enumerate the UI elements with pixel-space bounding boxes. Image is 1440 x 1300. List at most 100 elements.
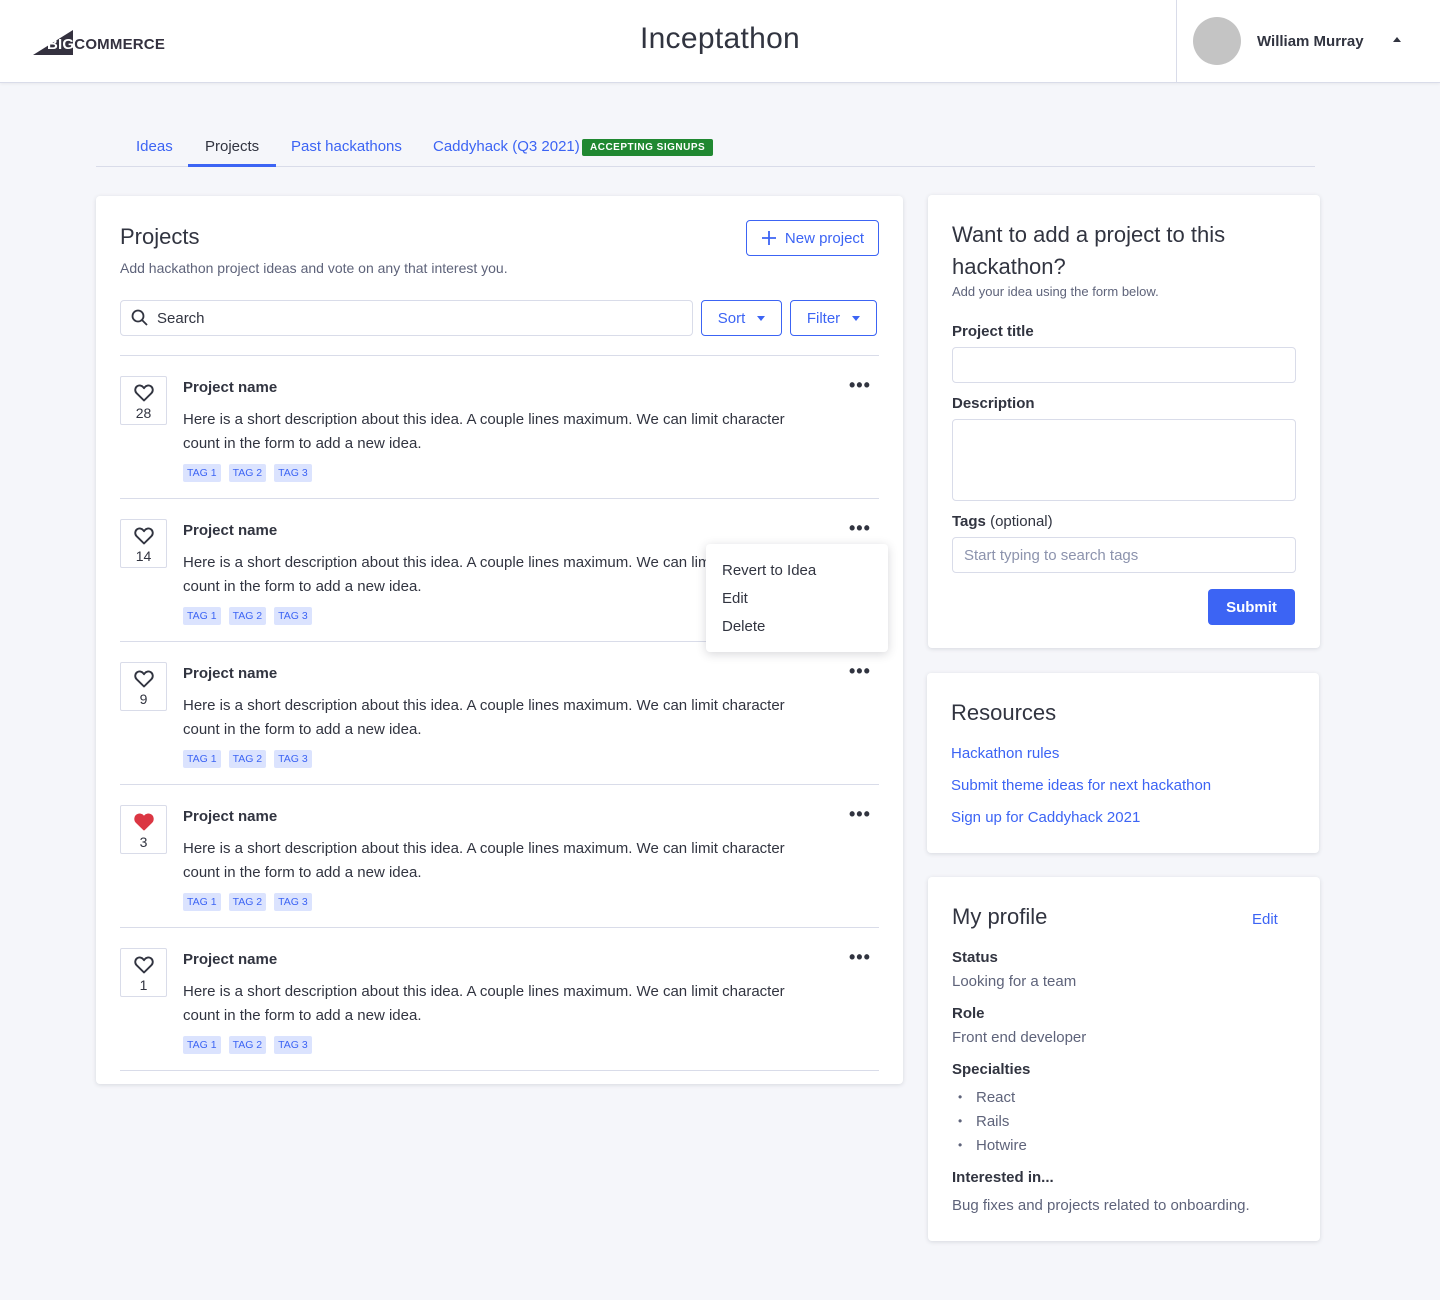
more-options-icon[interactable]: ••• (849, 376, 871, 394)
tag-badge[interactable]: TAG 2 (228, 607, 267, 625)
tag-badge[interactable]: TAG 1 (183, 750, 221, 768)
tag-badge[interactable]: TAG 1 (183, 464, 221, 482)
search-placeholder: Search (157, 310, 205, 327)
new-project-button[interactable]: New project (746, 220, 879, 256)
submit-button[interactable]: Submit (1208, 589, 1295, 625)
heart-icon (134, 384, 154, 402)
tag-list: TAG 1 TAG 2 TAG 3 (183, 607, 312, 625)
status-label: Status (952, 949, 998, 966)
project-list-item: 9 Project name Here is a short description… (120, 642, 879, 785)
tag-badge[interactable]: TAG 3 (274, 464, 312, 482)
specialty-item: Rails (958, 1113, 1009, 1130)
tag-list: TAG 1 TAG 2 TAG 3 (183, 464, 312, 482)
heart-filled-icon (134, 813, 154, 831)
tags-placeholder: Start typing to search tags (964, 547, 1139, 564)
tag-list: TAG 1 TAG 2 TAG 3 (183, 893, 312, 911)
project-actions-menu: Revert to Idea Edit Delete (706, 544, 888, 652)
filter-button[interactable]: Filter (790, 300, 877, 336)
project-title-field[interactable] (952, 347, 1296, 383)
tag-list: TAG 1 TAG 2 TAG 3 (183, 1036, 312, 1054)
vote-button[interactable]: 9 (120, 662, 167, 711)
menu-item-delete[interactable]: Delete (722, 618, 765, 635)
form-subtitle: Add your idea using the form below. (952, 284, 1159, 299)
interested-label: Interested in... (952, 1169, 1054, 1186)
tab-projects[interactable]: Projects (188, 138, 277, 167)
tag-badge[interactable]: TAG 3 (274, 750, 312, 768)
menu-item-revert-to-idea[interactable]: Revert to Idea (722, 562, 816, 579)
profile-title: My profile (952, 904, 1048, 929)
vote-count: 28 (135, 405, 152, 421)
more-options-icon[interactable]: ••• (849, 519, 871, 537)
heart-icon (134, 670, 154, 688)
tags-label: Tags (optional) (952, 513, 1053, 530)
sort-label: Sort (717, 309, 746, 327)
tag-badge[interactable]: TAG 1 (183, 1036, 221, 1054)
form-title: Want to add a project to this hackathon? (952, 222, 1226, 279)
user-name: William Murray (1257, 33, 1364, 50)
description-field[interactable] (952, 419, 1296, 501)
project-name[interactable]: Project name (183, 379, 277, 396)
tag-list: TAG 1 TAG 2 TAG 3 (183, 750, 312, 768)
role-value: Front end developer (952, 1029, 1087, 1046)
tag-badge[interactable]: TAG 3 (274, 1036, 312, 1054)
project-list-item: 28 Project name Here is a short descriptio… (120, 356, 879, 499)
interested-value: Bug fixes and projects related to onboar… (952, 1197, 1250, 1214)
tag-badge[interactable]: TAG 2 (228, 1036, 267, 1054)
resources-panel: Resources Hackathon rules Submit theme i… (927, 673, 1319, 853)
tag-badge[interactable]: TAG 1 (183, 607, 221, 625)
profile-edit-link[interactable]: Edit (1252, 911, 1278, 928)
tags-label-text: Tags (952, 513, 986, 530)
tag-badge[interactable]: TAG 2 (228, 750, 267, 768)
tag-badge[interactable]: TAG 1 (183, 893, 221, 911)
more-options-icon[interactable]: ••• (849, 805, 871, 823)
tag-badge[interactable]: TAG 2 (228, 893, 267, 911)
tab-caddyhack[interactable]: Caddyhack (Q3 2021) (433, 138, 580, 166)
heart-icon (134, 527, 154, 545)
avatar (1193, 17, 1241, 65)
specialty-item: React (958, 1089, 1015, 1106)
tab-bar: Ideas Projects Past hackathons Caddyhack… (96, 130, 1315, 167)
tab-past-hackathons[interactable]: Past hackathons (291, 138, 402, 166)
resources-title: Resources (951, 700, 1057, 725)
project-name[interactable]: Project name (183, 951, 277, 968)
tags-field[interactable]: Start typing to search tags (952, 537, 1296, 573)
app-header: BIGCOMMERCE Inceptathon William Murray (0, 0, 1440, 83)
link-sign-up-caddyhack[interactable]: Sign up for Caddyhack 2021 (951, 809, 1140, 826)
tab-ideas[interactable]: Ideas (136, 138, 173, 166)
project-name[interactable]: Project name (183, 808, 277, 825)
sort-button[interactable]: Sort (701, 300, 782, 336)
vote-count: 1 (139, 977, 148, 993)
project-description: Here is a short description about this i… (183, 697, 785, 738)
divider (120, 1070, 879, 1071)
project-description: Here is a short description about this i… (183, 840, 785, 881)
tags-optional-text: (optional) (990, 513, 1053, 530)
chevron-down-icon (757, 315, 766, 321)
add-project-form: Want to add a project to this hackathon?… (928, 195, 1320, 648)
vote-button[interactable]: 1 (120, 948, 167, 997)
role-label: Role (952, 1005, 985, 1022)
description-label: Description (952, 395, 1035, 412)
project-name[interactable]: Project name (183, 522, 277, 539)
tag-badge[interactable]: TAG 3 (274, 893, 312, 911)
vote-button[interactable]: 28 (120, 376, 167, 425)
vote-count: 14 (135, 548, 152, 564)
user-menu[interactable]: William Murray (1176, 0, 1440, 83)
menu-item-edit[interactable]: Edit (722, 590, 748, 607)
link-hackathon-rules[interactable]: Hackathon rules (951, 745, 1059, 762)
search-input[interactable]: Search (120, 300, 693, 336)
project-title-label: Project title (952, 323, 1034, 340)
project-list-item: 3 Project name Here is a short description… (120, 785, 879, 928)
more-options-icon[interactable]: ••• (849, 948, 871, 966)
more-options-icon[interactable]: ••• (849, 662, 871, 680)
specialties-label: Specialties (952, 1061, 1031, 1078)
vote-button[interactable]: 14 (120, 519, 167, 568)
caret-up-icon[interactable] (1393, 37, 1401, 42)
tag-badge[interactable]: TAG 3 (274, 607, 312, 625)
vote-count: 3 (139, 834, 148, 850)
vote-button[interactable]: 3 (120, 805, 167, 854)
search-icon (131, 309, 148, 326)
projects-title: Projects (120, 224, 200, 249)
tag-badge[interactable]: TAG 2 (228, 464, 267, 482)
link-submit-theme-ideas[interactable]: Submit theme ideas for next hackathon (951, 777, 1211, 794)
project-name[interactable]: Project name (183, 665, 277, 682)
